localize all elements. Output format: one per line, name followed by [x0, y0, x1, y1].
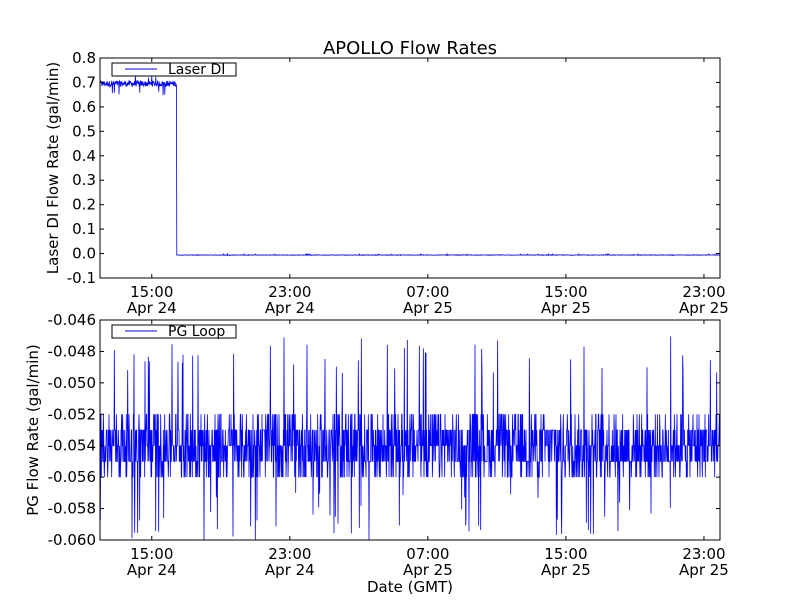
- y-tick-label: 0.0: [72, 245, 96, 263]
- y-tick-label: 0.3: [72, 171, 96, 189]
- y-tick-label: -0.1: [67, 269, 96, 287]
- legend: Laser DI: [111, 62, 237, 78]
- x-tick-label-date: Apr 24: [127, 299, 177, 317]
- y-tick-label: 0.2: [72, 196, 96, 214]
- y-tick-label: -0.060: [48, 531, 96, 549]
- legend-label: Laser DI: [168, 62, 225, 78]
- y-tick-label: 0.1: [72, 220, 96, 238]
- x-tick-label-date: Apr 24: [265, 299, 315, 317]
- chart-title: APOLLO Flow Rates: [323, 38, 497, 59]
- x-tick-label-date: Apr 25: [403, 561, 453, 579]
- x-tick-label-date: Apr 24: [265, 561, 315, 579]
- axes-frame: [99, 57, 721, 279]
- legend-label: PG Loop: [168, 324, 225, 340]
- subplot-1: -0.10.00.10.20.30.40.50.60.70.815:00Apr …: [44, 49, 729, 317]
- y-tick-label: -0.050: [48, 374, 96, 392]
- x-tick-label-date: Apr 25: [679, 299, 729, 317]
- y-tick-label: 0.7: [72, 73, 96, 91]
- y-tick-label: -0.052: [48, 405, 96, 423]
- x-tick-label-date: Apr 25: [679, 561, 729, 579]
- series-line-laser-di: [100, 75, 720, 257]
- series-line-pg-loop: [100, 336, 720, 540]
- y-axis-label: PG Flow Rate (gal/min): [24, 344, 42, 516]
- y-tick-label: -0.054: [48, 437, 96, 455]
- y-tick-label: -0.048: [48, 342, 96, 360]
- y-tick-label: -0.046: [48, 311, 96, 329]
- y-tick-label: 0.5: [72, 122, 96, 140]
- legend: PG Loop: [111, 324, 237, 340]
- y-tick-label: 0.8: [72, 49, 96, 67]
- y-tick-label: 0.6: [72, 98, 96, 116]
- subplot-2: -0.060 -0.058 -0.056 -0.054 -0.052 -0.050 -0.0…: [24, 311, 729, 579]
- y-tick-label: -0.056: [48, 468, 96, 486]
- x-tick-label-date: Apr 25: [541, 561, 591, 579]
- x-tick-label-date: Apr 24: [127, 561, 177, 579]
- y-axis-label: Laser DI Flow Rate (gal/min): [44, 62, 62, 274]
- x-axis-label: Date (GMT): [367, 578, 453, 596]
- x-tick-label-date: Apr 25: [541, 299, 591, 317]
- y-tick-label: -0.058: [48, 500, 96, 518]
- y-tick-label: 0.4: [72, 147, 96, 165]
- chart: APOLLO Flow Rates -0.1 0.0 0.1 0.2 0.3 0.4 0.5…: [24, 38, 729, 596]
- x-tick-label-date: Apr 25: [403, 299, 453, 317]
